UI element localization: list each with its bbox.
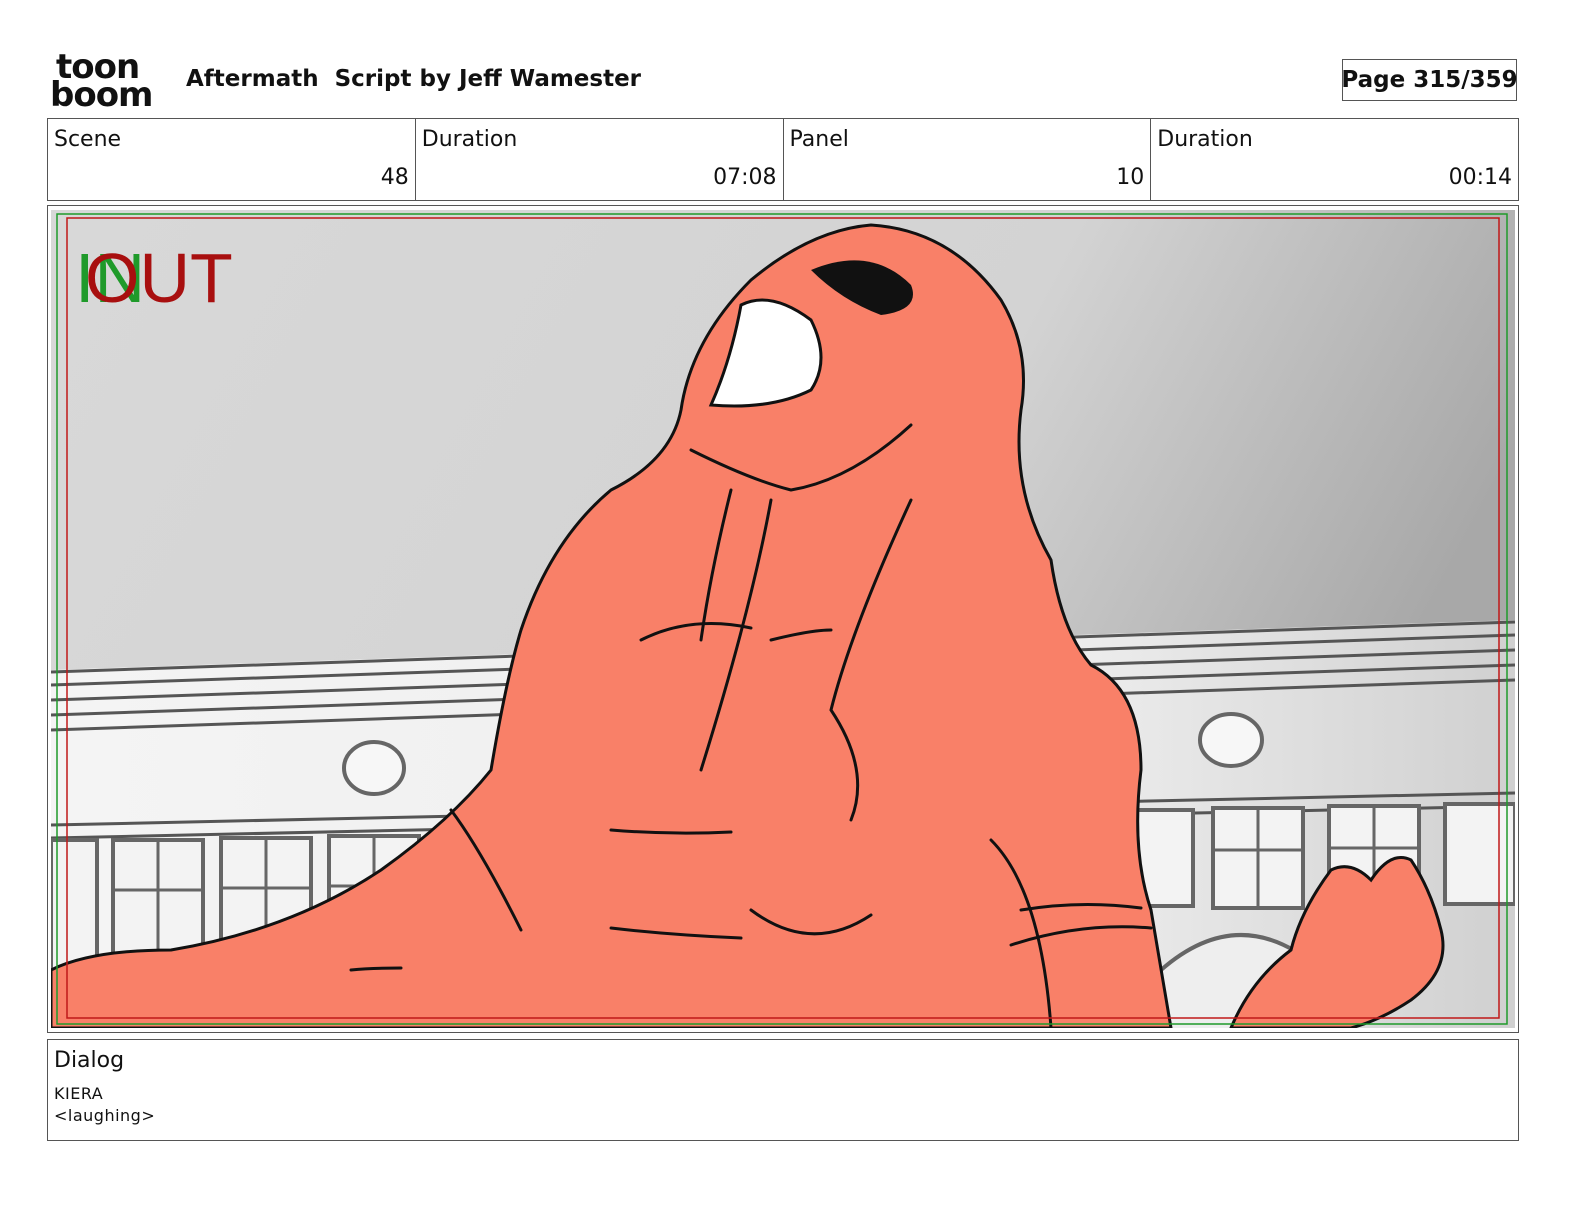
page-number: Page 315/359 [1341, 59, 1518, 101]
panel-duration-label: Duration [1157, 127, 1253, 152]
scene-label: Scene [54, 127, 122, 152]
document-title: Aftermath Script by Jeff Wamester [186, 66, 642, 92]
scene-duration-label: Duration [421, 127, 518, 152]
dialog-box: Dialog KIERA <laughing> [47, 1039, 1519, 1141]
round-window-left [342, 740, 406, 796]
scene-value: 48 [380, 165, 409, 190]
panel-value: 10 [1116, 165, 1145, 190]
panel-label: Panel [789, 127, 849, 152]
logo-line2: boom [50, 75, 153, 115]
toon-boom-logo: toon boom [50, 50, 166, 112]
scene-duration-cell: Duration 07:08 [416, 119, 784, 200]
panel-drawing: IN OUT [51, 210, 1515, 1028]
dialog-line: <laughing> [54, 1106, 156, 1125]
scene-duration-value: 07:08 [713, 165, 777, 190]
dialog-character: KIERA [54, 1084, 104, 1103]
scene-info-row: Scene 48 Duration 07:08 Panel 10 Duratio… [47, 118, 1519, 201]
out-marker: OUT [85, 239, 233, 317]
panel-duration-cell: Duration 00:14 [1151, 119, 1518, 200]
dialog-label: Dialog [54, 1048, 125, 1073]
storyboard-panel: IN OUT [47, 205, 1519, 1033]
panel-cell: Panel 10 [784, 119, 1152, 200]
panel-duration-value: 00:14 [1448, 165, 1512, 190]
round-window-right [1198, 712, 1264, 768]
scene-cell: Scene 48 [48, 119, 416, 200]
